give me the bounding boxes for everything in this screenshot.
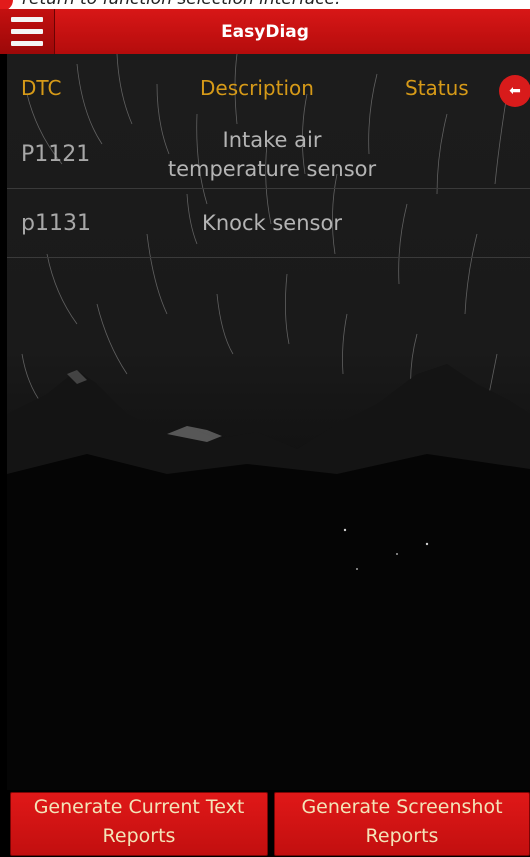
app-title: EasyDiag — [221, 22, 309, 42]
caption-bullet-icon — [0, 0, 13, 9]
back-arrow-icon: ⬅ — [509, 83, 521, 99]
generate-text-report-button[interactable]: Generate Current Text Reports — [10, 792, 268, 856]
button-line1: Generate Screenshot — [301, 796, 503, 818]
bottom-bar: Generate Current Text Reports Generate S… — [0, 790, 530, 857]
button-line2: Reports — [102, 825, 176, 847]
header-description: Description — [200, 76, 314, 100]
table-row[interactable]: p1131 Knock sensor — [7, 189, 530, 258]
header-dtc: DTC — [21, 76, 62, 100]
button-line2: Reports — [365, 825, 439, 847]
row-code: p1131 — [21, 211, 91, 236]
table-row[interactable]: P1121 Intake air temperature sensor — [7, 120, 530, 189]
row-description-line1: Knock sensor — [202, 211, 342, 235]
header-status: Status — [405, 76, 469, 100]
caption-text: return to function selection interface. — [22, 0, 340, 9]
row-description: Knock sensor — [127, 209, 417, 238]
button-line1: Generate Current Text — [33, 796, 245, 818]
generate-screenshot-report-button[interactable]: Generate Screenshot Reports — [274, 792, 530, 856]
row-description-line2: temperature sensor — [167, 157, 377, 181]
left-edge — [0, 54, 7, 857]
app-bar: EasyDiag — [0, 9, 530, 55]
row-description-line1: Intake air — [222, 128, 322, 152]
caption-strip: return to function selection interface. — [0, 0, 530, 9]
app-screen: return to function selection interface. … — [0, 0, 530, 857]
back-button[interactable]: ⬅ — [499, 75, 530, 107]
table-header: DTC Description Status — [7, 54, 530, 120]
row-code: P1121 — [21, 142, 91, 167]
row-description: Intake air temperature sensor — [127, 126, 417, 184]
